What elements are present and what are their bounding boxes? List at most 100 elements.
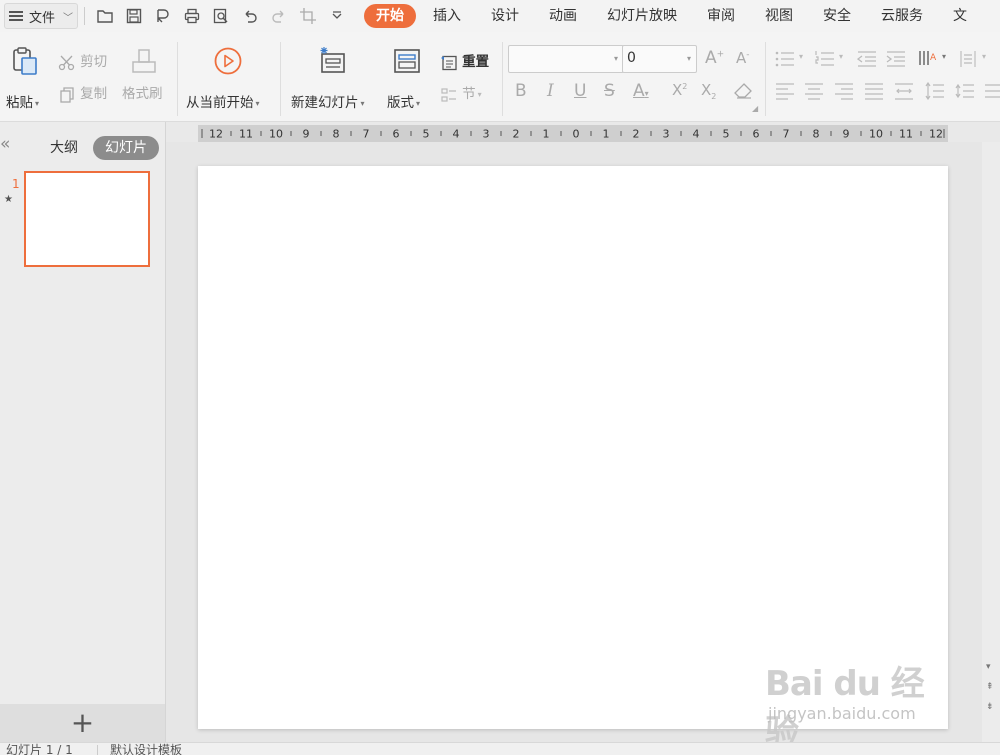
separator xyxy=(97,745,98,755)
crop-icon[interactable] xyxy=(296,4,320,28)
tab-security[interactable]: 安全 xyxy=(810,4,864,28)
dropdown-arrow-icon[interactable]: ▾ xyxy=(416,99,420,108)
ruler-label: 8 xyxy=(333,128,340,141)
svg-text:A: A xyxy=(930,53,937,63)
new-slide-button[interactable]: 新建幻灯片 ▾ xyxy=(291,44,377,114)
slide-number: 1 xyxy=(12,177,20,191)
dropdown-arrow-icon[interactable]: ▾ xyxy=(478,90,482,99)
dropdown-arrow-icon[interactable]: ▾ xyxy=(942,52,946,61)
tab-insert[interactable]: 插入 xyxy=(420,4,474,28)
increase-indent-icon[interactable] xyxy=(886,50,906,68)
copy-button[interactable]: 复制 xyxy=(58,82,107,104)
justify-icon[interactable] xyxy=(864,82,884,100)
dropdown-arrow-icon[interactable]: ▾ xyxy=(982,52,986,61)
ruler-label: 5 xyxy=(423,128,430,141)
play-from-current-label: 从当前开始 xyxy=(186,95,254,111)
ribbon: 粘贴 ▾ 剪切 复制 格式刷 从当前开始 ▾ 新建幻灯片 ▾ 版式 ▾ 重置 节… xyxy=(0,32,1000,122)
ribbon-tabs: 开始 插入 设计 动画 幻灯片放映 审阅 视图 安全 云服务 文 xyxy=(364,4,984,28)
slide-canvas[interactable] xyxy=(198,166,948,729)
columns-icon[interactable] xyxy=(958,50,978,68)
decrease-indent-icon[interactable] xyxy=(857,50,877,68)
dropdown-arrow-icon[interactable]: ▾ xyxy=(799,52,803,61)
play-from-current-button[interactable]: 从当前开始 ▾ xyxy=(186,44,272,114)
status-slide-count: 幻灯片 1 / 1 xyxy=(6,743,73,755)
bold-icon[interactable]: B xyxy=(515,81,527,101)
cut-button[interactable]: 剪切 xyxy=(58,50,107,72)
section-button[interactable]: 节 ▾ xyxy=(440,82,482,104)
line-spacing-icon[interactable] xyxy=(925,82,945,100)
tab-slideshow[interactable]: 幻灯片放映 xyxy=(594,4,690,28)
tab-cloud-service[interactable]: 云服务 xyxy=(868,4,936,28)
undo-icon[interactable] xyxy=(238,4,262,28)
paragraph-spacing-icon[interactable] xyxy=(955,82,975,100)
ruler-label: 2 xyxy=(633,128,640,141)
tab-review[interactable]: 审阅 xyxy=(694,4,748,28)
chevron-down-icon: ▾ xyxy=(686,54,691,63)
tab-more[interactable]: 文 xyxy=(940,4,980,28)
format-painter-button[interactable]: 格式刷 xyxy=(122,44,168,114)
vertical-scrollbar[interactable]: ▾ ⇞ ⇟ xyxy=(982,142,1000,742)
distributed-align-icon[interactable] xyxy=(894,82,914,100)
collapse-panel-icon[interactable]: « xyxy=(0,134,10,154)
ruler-label: 1 xyxy=(543,128,550,141)
ruler-label: 7 xyxy=(363,128,370,141)
tab-outline[interactable]: 大纲 xyxy=(38,136,90,160)
scroll-down-icon[interactable]: ▾ xyxy=(986,662,991,672)
tab-home[interactable]: 开始 xyxy=(364,4,417,28)
align-center-icon[interactable] xyxy=(804,82,824,100)
font-name-select[interactable]: ▾ xyxy=(508,45,624,73)
font-dialog-launcher-icon[interactable]: ◢ xyxy=(752,104,758,113)
copy-label: 复制 xyxy=(80,86,108,102)
increase-font-icon[interactable]: A+ xyxy=(705,48,724,68)
font-size-select[interactable]: 0 ▾ xyxy=(622,45,697,73)
dropdown-arrow-icon[interactable]: ▾ xyxy=(361,99,365,108)
ruler-label: 3 xyxy=(483,128,490,141)
file-menu-button[interactable]: 文件 ﹀ xyxy=(4,3,79,29)
font-color-icon[interactable]: A▾ xyxy=(633,81,649,101)
ruler-label: 2 xyxy=(513,128,520,141)
strikethrough-icon[interactable]: S xyxy=(604,81,615,101)
layout-label: 版式 xyxy=(387,95,414,111)
open-folder-icon[interactable] xyxy=(93,4,117,28)
paste-button[interactable]: 粘贴 ▾ xyxy=(6,44,48,114)
save-icon[interactable] xyxy=(122,4,146,28)
customize-toolbar-icon[interactable] xyxy=(325,4,349,28)
decrease-font-icon[interactable]: A- xyxy=(736,49,750,67)
underline-icon[interactable]: U xyxy=(574,81,586,101)
italic-icon[interactable]: I xyxy=(547,81,554,101)
reset-label: 重置 xyxy=(462,54,490,70)
ruler-label: 9 xyxy=(843,128,850,141)
tab-slides[interactable]: 幻灯片 xyxy=(93,136,159,160)
more-paragraph-icon[interactable] xyxy=(984,82,1000,100)
reset-button[interactable]: 重置 xyxy=(440,50,489,72)
dropdown-arrow-icon[interactable]: ▾ xyxy=(839,52,843,61)
dropdown-arrow-icon[interactable]: ▾ xyxy=(35,99,39,108)
chevron-down-icon[interactable]: ﹀ xyxy=(63,9,73,24)
add-slide-button[interactable]: + xyxy=(0,704,165,742)
dropdown-arrow-icon[interactable]: ▾ xyxy=(256,99,260,108)
ruler-label: 11 xyxy=(239,128,253,141)
copy-icon xyxy=(60,86,74,103)
numbered-list-icon[interactable] xyxy=(815,50,835,68)
cut-label: 剪切 xyxy=(80,54,108,70)
redo-icon[interactable] xyxy=(267,4,291,28)
subscript-icon[interactable]: X2 xyxy=(701,81,716,101)
clear-format-icon[interactable] xyxy=(733,82,753,100)
slide-thumbnail[interactable] xyxy=(24,171,150,267)
horizontal-ruler[interactable]: 12 11 10 9 8 7 6 5 4 3 2 1 0 1 2 3 4 5 6 7 8 9 10 11 12 xyxy=(198,125,948,142)
print-icon[interactable] xyxy=(180,4,204,28)
tab-design[interactable]: 设计 xyxy=(478,4,532,28)
new-slide-label: 新建幻灯片 xyxy=(291,95,359,111)
export-icon[interactable] xyxy=(151,4,175,28)
tab-animation[interactable]: 动画 xyxy=(536,4,590,28)
layout-button[interactable]: 版式 ▾ xyxy=(387,44,433,114)
tab-view[interactable]: 视图 xyxy=(752,4,806,28)
print-preview-icon[interactable] xyxy=(209,4,233,28)
align-left-icon[interactable] xyxy=(775,82,795,100)
previous-slide-icon[interactable]: ⇞ xyxy=(986,682,994,692)
bullet-list-icon[interactable] xyxy=(775,50,795,68)
superscript-icon[interactable]: X2 xyxy=(672,81,687,99)
align-right-icon[interactable] xyxy=(834,82,854,100)
text-direction-icon[interactable]: A xyxy=(918,49,938,67)
next-slide-icon[interactable]: ⇟ xyxy=(986,702,994,712)
